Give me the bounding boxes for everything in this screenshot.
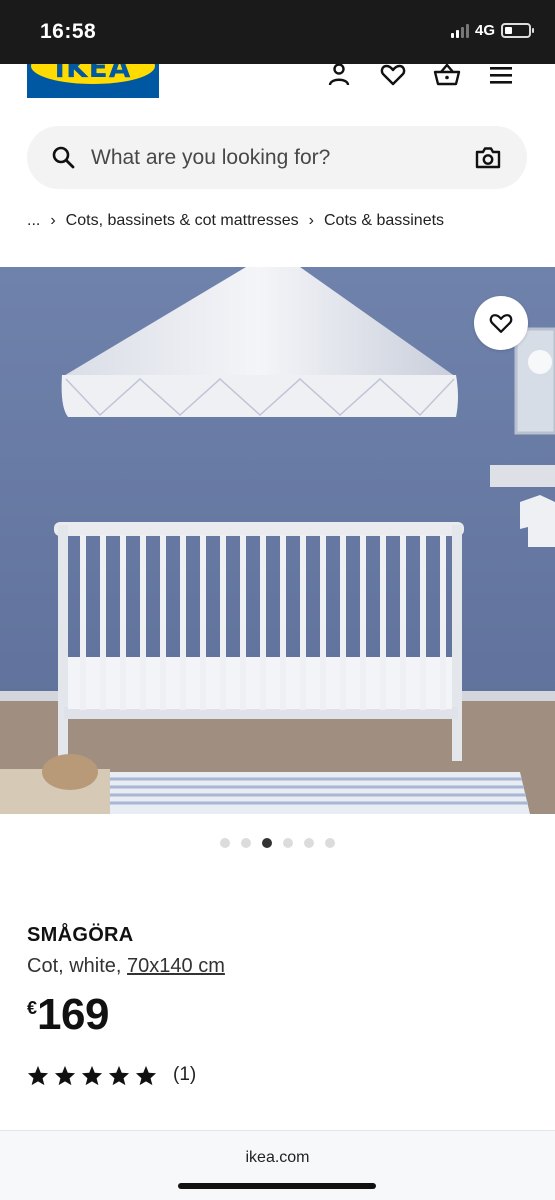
ikea-logo[interactable]: IKEA — [27, 64, 159, 98]
profile-icon[interactable] — [325, 64, 353, 86]
gallery-dot[interactable] — [262, 838, 272, 848]
search-input[interactable] — [91, 126, 471, 189]
star-icon — [54, 1065, 76, 1085]
breadcrumb-ellipsis[interactable]: ... — [27, 212, 40, 230]
url-domain[interactable]: ikea.com — [0, 1149, 555, 1167]
camera-icon[interactable] — [475, 146, 501, 175]
signal-icon — [450, 23, 469, 38]
chevron-right-icon: › — [308, 212, 314, 229]
site-header: IKEA — [0, 64, 555, 112]
review-count[interactable]: (1) — [173, 1064, 196, 1086]
product-price: € 169 — [27, 992, 109, 1038]
battery-icon — [501, 23, 534, 38]
status-indicators: 4G — [450, 22, 534, 39]
home-indicator[interactable] — [178, 1183, 376, 1189]
heart-icon — [489, 313, 513, 333]
price-currency: € — [27, 998, 38, 1018]
chevron-right-icon: › — [50, 212, 56, 229]
gallery-dot[interactable] — [220, 838, 230, 848]
network-type: 4G — [474, 22, 495, 39]
star-icon — [27, 1065, 49, 1085]
size-link[interactable]: 70x140 cm — [127, 955, 225, 977]
product-rating[interactable]: (1) — [27, 1064, 196, 1086]
star-icon — [108, 1065, 130, 1085]
product-type: Cot, white, — [27, 955, 128, 977]
search-bar[interactable] — [27, 126, 527, 189]
product-image[interactable] — [0, 267, 555, 814]
product-name: SMÅGÖRA — [27, 924, 134, 946]
gallery-dot[interactable] — [283, 838, 293, 848]
gallery-pagination — [0, 838, 555, 848]
menu-icon[interactable] — [487, 64, 515, 86]
star-icon — [81, 1065, 103, 1085]
gallery-dot[interactable] — [241, 838, 251, 848]
gallery-dot[interactable] — [325, 838, 335, 848]
rating-stars — [27, 1065, 157, 1086]
status-bar: 16:58 4G — [0, 0, 555, 64]
browser-bottom-bar: ikea.com — [0, 1130, 555, 1200]
status-time: 16:58 — [40, 20, 97, 43]
header-actions — [325, 64, 515, 86]
basket-icon[interactable] — [433, 64, 461, 86]
battery-level — [505, 27, 512, 34]
breadcrumb-item[interactable]: Cots, bassinets & cot mattresses — [66, 212, 299, 230]
breadcrumb-item[interactable]: Cots & bassinets — [324, 212, 444, 230]
heart-icon[interactable] — [379, 64, 407, 86]
gallery-dot[interactable] — [304, 838, 314, 848]
add-to-favourites-button[interactable] — [474, 296, 528, 350]
breadcrumb: ... › Cots, bassinets & cot mattresses ›… — [27, 212, 444, 230]
product-description: Cot, white, 70x140 cm — [27, 955, 225, 978]
price-value: 169 — [37, 990, 109, 1039]
search-icon[interactable] — [51, 145, 75, 174]
star-icon — [135, 1065, 157, 1085]
